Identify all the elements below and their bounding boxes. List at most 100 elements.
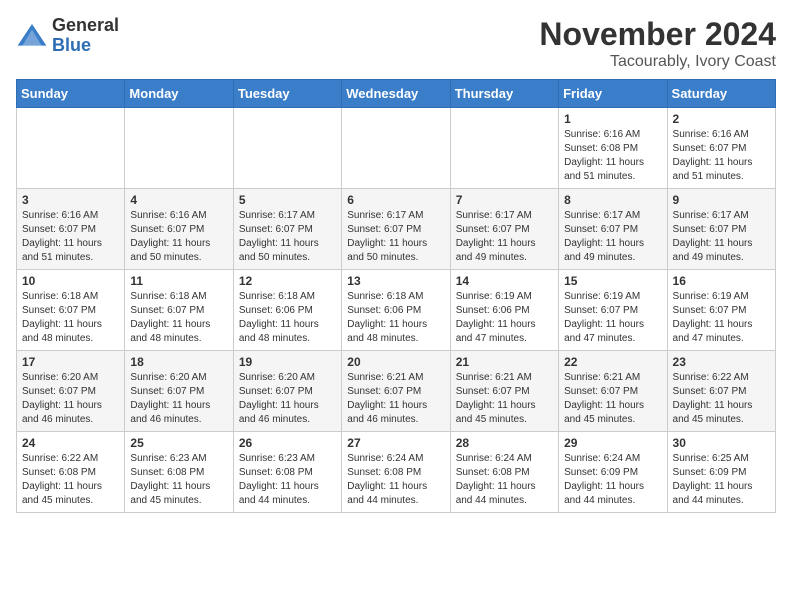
day-info: Sunrise: 6:22 AM Sunset: 6:07 PM Dayligh… bbox=[673, 371, 770, 427]
day-info: Sunrise: 6:24 AM Sunset: 6:09 PM Dayligh… bbox=[564, 452, 661, 508]
day-info: Sunrise: 6:21 AM Sunset: 6:07 PM Dayligh… bbox=[347, 371, 444, 427]
day-number: 22 bbox=[564, 355, 661, 369]
day-info: Sunrise: 6:20 AM Sunset: 6:07 PM Dayligh… bbox=[239, 371, 336, 427]
calendar-cell-26: 26 Sunrise: 6:23 AM Sunset: 6:08 PM Dayli… bbox=[233, 432, 341, 513]
day-number: 17 bbox=[22, 355, 119, 369]
day-number: 21 bbox=[456, 355, 553, 369]
calendar-cell-17: 17 Sunrise: 6:20 AM Sunset: 6:07 PM Dayli… bbox=[17, 351, 125, 432]
weekday-header-saturday: Saturday bbox=[667, 80, 775, 108]
day-info: Sunrise: 6:19 AM Sunset: 6:07 PM Dayligh… bbox=[564, 290, 661, 346]
calendar-cell-8: 8 Sunrise: 6:17 AM Sunset: 6:07 PM Daylig… bbox=[559, 189, 667, 270]
calendar-cell-30: 30Sunrise: 6:25 AM Sunset: 6:09 PM Dayli… bbox=[667, 432, 775, 513]
day-info: Sunrise: 6:21 AM Sunset: 6:07 PM Dayligh… bbox=[564, 371, 661, 427]
calendar-cell-12: 12 Sunrise: 6:18 AM Sunset: 6:06 PM Dayli… bbox=[233, 270, 341, 351]
calendar-cell-2: 2 Sunrise: 6:16 AM Sunset: 6:07 PM Daylig… bbox=[667, 108, 775, 189]
day-number: 9 bbox=[673, 193, 770, 207]
day-number: 29 bbox=[564, 436, 661, 450]
calendar-cell-4: 4Sunrise: 6:16 AM Sunset: 6:07 PM Daylig… bbox=[125, 189, 233, 270]
weekday-header-tuesday: Tuesday bbox=[233, 80, 341, 108]
title-block: November 2024 Tacourably, Ivory Coast bbox=[539, 16, 776, 71]
day-number: 18 bbox=[130, 355, 227, 369]
day-info: Sunrise: 6:17 AM Sunset: 6:07 PM Dayligh… bbox=[564, 209, 661, 265]
weekday-header-wednesday: Wednesday bbox=[342, 80, 450, 108]
calendar-cell-empty-0-4 bbox=[450, 108, 558, 189]
day-number: 8 bbox=[564, 193, 661, 207]
weekday-header-monday: Monday bbox=[125, 80, 233, 108]
logo: General Blue bbox=[16, 16, 119, 56]
calendar-cell-3: 3 Sunrise: 6:16 AM Sunset: 6:07 PM Daylig… bbox=[17, 189, 125, 270]
calendar-cell-18: 18 Sunrise: 6:20 AM Sunset: 6:07 PM Dayli… bbox=[125, 351, 233, 432]
day-number: 3 bbox=[22, 193, 119, 207]
day-info: Sunrise: 6:16 AM Sunset: 6:07 PM Dayligh… bbox=[22, 209, 119, 265]
day-number: 7 bbox=[456, 193, 553, 207]
day-info: Sunrise: 6:21 AM Sunset: 6:07 PM Dayligh… bbox=[456, 371, 553, 427]
calendar-subtitle: Tacourably, Ivory Coast bbox=[539, 53, 776, 71]
calendar-cell-empty-0-2 bbox=[233, 108, 341, 189]
logo-icon bbox=[16, 20, 48, 52]
calendar-cell-14: 14Sunrise: 6:19 AM Sunset: 6:06 PM Dayli… bbox=[450, 270, 558, 351]
calendar-cell-5: 5 Sunrise: 6:17 AM Sunset: 6:07 PM Daylig… bbox=[233, 189, 341, 270]
calendar-week-2: 3 Sunrise: 6:16 AM Sunset: 6:07 PM Daylig… bbox=[17, 189, 776, 270]
calendar-cell-29: 29 Sunrise: 6:24 AM Sunset: 6:09 PM Dayli… bbox=[559, 432, 667, 513]
day-number: 28 bbox=[456, 436, 553, 450]
day-number: 15 bbox=[564, 274, 661, 288]
page-header: General Blue November 2024 Tacourably, I… bbox=[16, 16, 776, 71]
day-number: 1 bbox=[564, 112, 661, 126]
day-info: Sunrise: 6:16 AM Sunset: 6:08 PM Dayligh… bbox=[564, 128, 661, 184]
day-info: Sunrise: 6:17 AM Sunset: 6:07 PM Dayligh… bbox=[347, 209, 444, 265]
calendar-cell-1: 1 Sunrise: 6:16 AM Sunset: 6:08 PM Daylig… bbox=[559, 108, 667, 189]
day-info: Sunrise: 6:17 AM Sunset: 6:07 PM Dayligh… bbox=[673, 209, 770, 265]
day-number: 26 bbox=[239, 436, 336, 450]
day-number: 25 bbox=[130, 436, 227, 450]
calendar-cell-22: 22 Sunrise: 6:21 AM Sunset: 6:07 PM Dayli… bbox=[559, 351, 667, 432]
weekday-header-thursday: Thursday bbox=[450, 80, 558, 108]
day-info: Sunrise: 6:23 AM Sunset: 6:08 PM Dayligh… bbox=[130, 452, 227, 508]
day-number: 11 bbox=[130, 274, 227, 288]
calendar-cell-23: 23 Sunrise: 6:22 AM Sunset: 6:07 PM Dayli… bbox=[667, 351, 775, 432]
calendar-cell-24: 24 Sunrise: 6:22 AM Sunset: 6:08 PM Dayli… bbox=[17, 432, 125, 513]
calendar-cell-11: 11 Sunrise: 6:18 AM Sunset: 6:07 PM Dayli… bbox=[125, 270, 233, 351]
day-number: 14 bbox=[456, 274, 553, 288]
logo-general: General bbox=[52, 15, 119, 35]
day-info: Sunrise: 6:18 AM Sunset: 6:07 PM Dayligh… bbox=[130, 290, 227, 346]
day-number: 27 bbox=[347, 436, 444, 450]
day-number: 30 bbox=[673, 436, 770, 450]
calendar-cell-13: 13Sunrise: 6:18 AM Sunset: 6:06 PM Dayli… bbox=[342, 270, 450, 351]
day-number: 2 bbox=[673, 112, 770, 126]
day-info: Sunrise: 6:23 AM Sunset: 6:08 PM Dayligh… bbox=[239, 452, 336, 508]
calendar-cell-15: 15 Sunrise: 6:19 AM Sunset: 6:07 PM Dayli… bbox=[559, 270, 667, 351]
weekday-header-sunday: Sunday bbox=[17, 80, 125, 108]
day-info: Sunrise: 6:22 AM Sunset: 6:08 PM Dayligh… bbox=[22, 452, 119, 508]
calendar-cell-20: 20Sunrise: 6:21 AM Sunset: 6:07 PM Dayli… bbox=[342, 351, 450, 432]
calendar-cell-19: 19Sunrise: 6:20 AM Sunset: 6:07 PM Dayli… bbox=[233, 351, 341, 432]
day-number: 23 bbox=[673, 355, 770, 369]
calendar-cell-25: 25 Sunrise: 6:23 AM Sunset: 6:08 PM Dayli… bbox=[125, 432, 233, 513]
calendar-cell-7: 7 Sunrise: 6:17 AM Sunset: 6:07 PM Daylig… bbox=[450, 189, 558, 270]
calendar-cell-empty-0-0 bbox=[17, 108, 125, 189]
calendar-cell-10: 10 Sunrise: 6:18 AM Sunset: 6:07 PM Dayli… bbox=[17, 270, 125, 351]
day-info: Sunrise: 6:17 AM Sunset: 6:07 PM Dayligh… bbox=[456, 209, 553, 265]
day-number: 5 bbox=[239, 193, 336, 207]
calendar-cell-27: 27 Sunrise: 6:24 AM Sunset: 6:08 PM Dayli… bbox=[342, 432, 450, 513]
day-number: 13 bbox=[347, 274, 444, 288]
day-info: Sunrise: 6:16 AM Sunset: 6:07 PM Dayligh… bbox=[673, 128, 770, 184]
calendar-cell-6: 6Sunrise: 6:17 AM Sunset: 6:07 PM Daylig… bbox=[342, 189, 450, 270]
day-number: 12 bbox=[239, 274, 336, 288]
calendar-cell-empty-0-3 bbox=[342, 108, 450, 189]
day-info: Sunrise: 6:18 AM Sunset: 6:06 PM Dayligh… bbox=[239, 290, 336, 346]
day-info: Sunrise: 6:20 AM Sunset: 6:07 PM Dayligh… bbox=[130, 371, 227, 427]
day-info: Sunrise: 6:24 AM Sunset: 6:08 PM Dayligh… bbox=[347, 452, 444, 508]
calendar-cell-9: 9 Sunrise: 6:17 AM Sunset: 6:07 PM Daylig… bbox=[667, 189, 775, 270]
calendar-week-5: 24 Sunrise: 6:22 AM Sunset: 6:08 PM Dayli… bbox=[17, 432, 776, 513]
calendar-week-1: 1 Sunrise: 6:16 AM Sunset: 6:08 PM Daylig… bbox=[17, 108, 776, 189]
day-info: Sunrise: 6:20 AM Sunset: 6:07 PM Dayligh… bbox=[22, 371, 119, 427]
day-info: Sunrise: 6:18 AM Sunset: 6:07 PM Dayligh… bbox=[22, 290, 119, 346]
day-number: 10 bbox=[22, 274, 119, 288]
day-number: 24 bbox=[22, 436, 119, 450]
logo-blue: Blue bbox=[52, 35, 91, 55]
calendar-title: November 2024 bbox=[539, 16, 776, 53]
day-info: Sunrise: 6:17 AM Sunset: 6:07 PM Dayligh… bbox=[239, 209, 336, 265]
calendar-table: SundayMondayTuesdayWednesdayThursdayFrid… bbox=[16, 79, 776, 513]
day-info: Sunrise: 6:19 AM Sunset: 6:07 PM Dayligh… bbox=[673, 290, 770, 346]
calendar-week-4: 17 Sunrise: 6:20 AM Sunset: 6:07 PM Dayli… bbox=[17, 351, 776, 432]
